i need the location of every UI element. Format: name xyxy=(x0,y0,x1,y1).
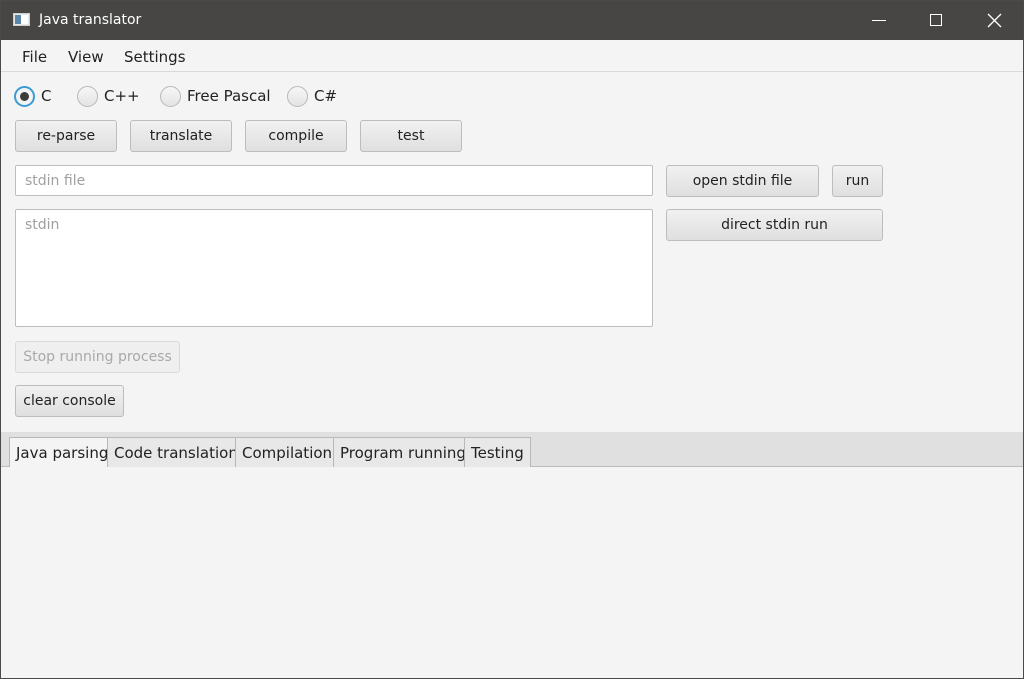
title-bar[interactable]: Java translator xyxy=(1,1,1023,40)
radio-indicator xyxy=(77,86,98,107)
maximize-button[interactable] xyxy=(913,1,959,40)
open-stdin-file-button[interactable]: open stdin file xyxy=(666,165,819,197)
translate-button[interactable]: translate xyxy=(130,120,232,152)
radio-label-free-pascal: Free Pascal xyxy=(187,87,271,105)
tab-compilation[interactable]: Compilation xyxy=(235,437,340,467)
minimize-button[interactable] xyxy=(856,1,902,40)
reparse-button[interactable]: re-parse xyxy=(15,120,117,152)
tab-code-translation[interactable]: Code translation xyxy=(107,437,245,467)
app-window: Java translator File View Settings C C++… xyxy=(0,0,1024,679)
tab-program-running[interactable]: Program running xyxy=(333,437,473,467)
radio-label-cpp: C++ xyxy=(104,87,140,105)
window-title: Java translator xyxy=(39,12,142,28)
radio-indicator xyxy=(287,86,308,107)
stop-running-process-button[interactable]: Stop running process xyxy=(15,341,180,373)
tab-content-area xyxy=(1,467,1023,678)
minimize-icon xyxy=(872,20,886,21)
run-button[interactable]: run xyxy=(832,165,883,197)
maximize-icon xyxy=(930,14,942,26)
menu-view[interactable]: View xyxy=(68,48,104,66)
tab-bar: Java parsing Code translation Compilatio… xyxy=(1,432,1023,468)
menu-bar: File View Settings xyxy=(1,40,1023,72)
close-button[interactable] xyxy=(971,1,1017,40)
clear-console-button[interactable]: clear console xyxy=(15,385,124,417)
radio-label-c: C xyxy=(41,87,52,105)
menu-settings[interactable]: Settings xyxy=(124,48,186,66)
stdin-file-field[interactable]: stdin file xyxy=(15,165,653,196)
tab-testing[interactable]: Testing xyxy=(464,437,531,467)
tab-java-parsing[interactable]: Java parsing xyxy=(9,437,116,468)
close-icon xyxy=(987,13,1002,28)
stdin-textarea[interactable]: stdin xyxy=(15,209,653,327)
radio-indicator xyxy=(160,86,181,107)
menu-file[interactable]: File xyxy=(22,48,47,66)
compile-button[interactable]: compile xyxy=(245,120,347,152)
app-icon xyxy=(13,13,30,26)
direct-stdin-run-button[interactable]: direct stdin run xyxy=(666,209,883,241)
radio-selected-indicator xyxy=(14,86,35,107)
radio-label-csharp: C# xyxy=(314,87,338,105)
test-button[interactable]: test xyxy=(360,120,462,152)
